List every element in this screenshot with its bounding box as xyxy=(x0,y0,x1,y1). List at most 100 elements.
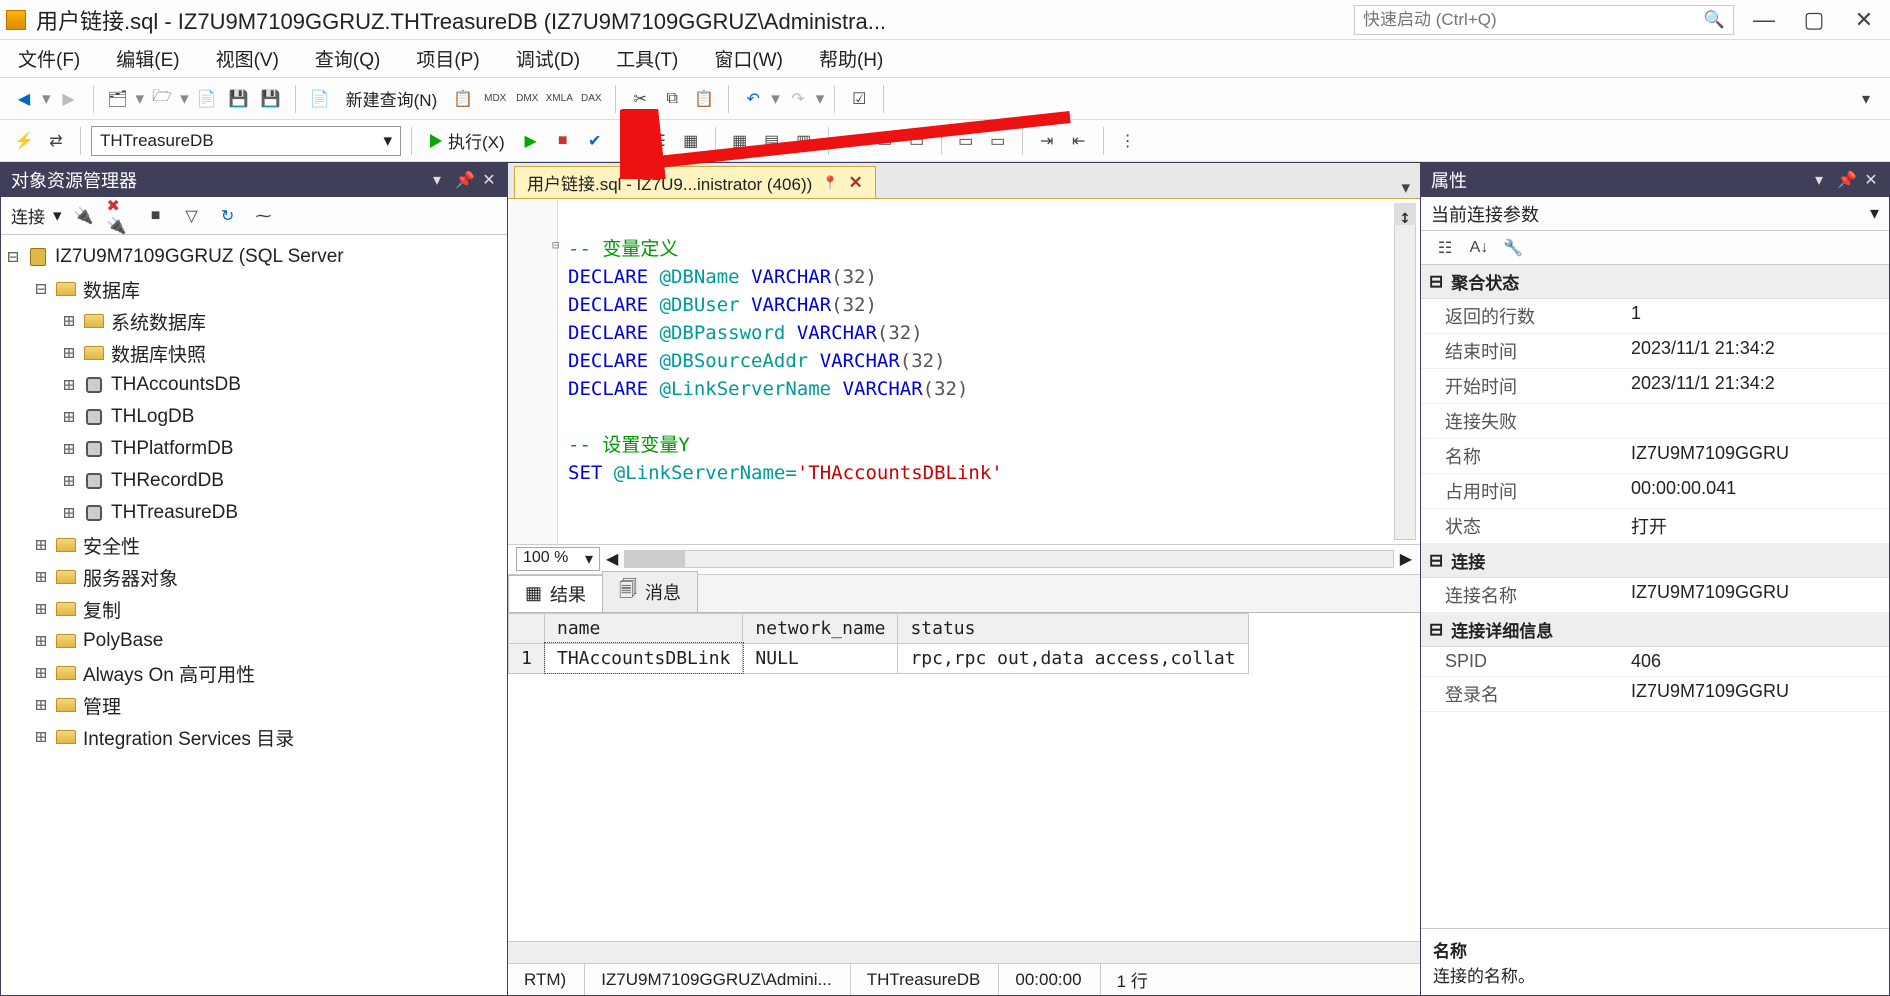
specify-values-button[interactable]: ⋮ xyxy=(1114,127,1142,155)
expand-icon[interactable]: ⊞ xyxy=(61,310,77,332)
tab-overflow-icon[interactable]: ▾ xyxy=(1401,178,1410,198)
copy-button[interactable]: ⧉ xyxy=(658,85,686,113)
panel-dropdown-icon[interactable]: ▾ xyxy=(1811,170,1827,190)
new-query-icon[interactable]: 📄 xyxy=(306,85,334,113)
prop-section-detail[interactable]: 连接详细信息 xyxy=(1451,617,1553,642)
disconnect-icon[interactable]: ✖🔌 xyxy=(106,202,134,230)
tree-server[interactable]: IZ7U9M7109GGRUZ (SQL Server xyxy=(55,246,344,268)
expand-icon[interactable]: ⊞ xyxy=(33,566,49,588)
comment-button[interactable]: ▭ xyxy=(952,127,980,155)
include-plan-button[interactable]: ▭ xyxy=(839,127,867,155)
tree-snapshots[interactable]: 数据库快照 xyxy=(111,340,206,367)
redo-button[interactable]: ↷ xyxy=(784,85,812,113)
connect-icon[interactable]: 🔌 xyxy=(70,202,98,230)
tree-sysdbs[interactable]: 系统数据库 xyxy=(111,308,206,335)
open-button[interactable]: 🗁 xyxy=(148,85,176,113)
debug-button[interactable]: ▶ xyxy=(517,127,545,155)
expand-icon[interactable]: ⊞ xyxy=(33,630,49,652)
panel-close-icon[interactable]: ✕ xyxy=(481,170,497,190)
menu-window[interactable]: 窗口(W) xyxy=(714,45,783,72)
dax-icon[interactable]: DAX xyxy=(577,85,605,113)
plan-button-2[interactable]: ☰ xyxy=(645,127,673,155)
col-status[interactable]: status xyxy=(898,613,1248,643)
col-name[interactable]: name xyxy=(545,613,743,643)
close-icon[interactable]: ✕ xyxy=(848,173,862,193)
filter-icon[interactable]: ▽ xyxy=(178,202,206,230)
activity-icon[interactable]: ⁓ xyxy=(250,202,278,230)
expand-icon[interactable]: ⊞ xyxy=(61,342,77,364)
expand-icon[interactable]: ⊞ xyxy=(33,726,49,748)
close-button[interactable]: ✕ xyxy=(1844,7,1884,33)
results-grid-button[interactable]: ▦ xyxy=(726,127,754,155)
tree-management[interactable]: 管理 xyxy=(83,692,121,719)
results-text-button[interactable]: ▤ xyxy=(758,127,786,155)
collapse-icon[interactable]: ⊟ xyxy=(33,278,49,300)
tree-thtreasure[interactable]: THTreasureDB xyxy=(111,502,238,524)
indent-button[interactable]: ⇥ xyxy=(1033,127,1061,155)
connect-label[interactable]: 连接 xyxy=(11,203,45,228)
new-project-button[interactable]: 🗂 xyxy=(104,85,132,113)
menu-help[interactable]: 帮助(H) xyxy=(819,45,883,72)
live-stats-button[interactable]: ▭ xyxy=(903,127,931,155)
uncomment-button[interactable]: ▭ xyxy=(984,127,1012,155)
chevron-down-icon[interactable]: ▾ xyxy=(1870,203,1879,224)
tree-replication[interactable]: 复制 xyxy=(83,596,121,623)
scroll-right-icon[interactable]: ▶ xyxy=(1400,549,1412,569)
grid-horizontal-scrollbar[interactable] xyxy=(508,941,1420,963)
tree-alwayson[interactable]: Always On 高可用性 xyxy=(83,660,255,687)
expand-icon[interactable]: ⊞ xyxy=(61,502,77,524)
connection-chevron[interactable]: ⇄ xyxy=(42,127,70,155)
col-rownum[interactable] xyxy=(509,613,545,643)
prop-pages-icon[interactable]: 🔧 xyxy=(1499,234,1527,262)
col-network-name[interactable]: network_name xyxy=(743,613,898,643)
menu-query[interactable]: 查询(Q) xyxy=(315,45,380,72)
dmx-icon[interactable]: DMX xyxy=(513,85,541,113)
mdx-icon[interactable]: MDX xyxy=(481,85,509,113)
collapse-icon[interactable]: ⊟ xyxy=(5,246,21,268)
tree-threcord[interactable]: THRecordDB xyxy=(111,470,224,492)
panel-pin-icon[interactable]: 📌 xyxy=(455,170,471,190)
cell-status[interactable]: rpc,rpc out,data access,collat xyxy=(898,643,1248,673)
expand-icon[interactable]: ⊞ xyxy=(61,470,77,492)
results-tab[interactable]: ▦ 结果 xyxy=(508,575,603,612)
prop-section-conn[interactable]: 连接 xyxy=(1451,548,1485,573)
results-grid[interactable]: name network_name status 1 THAccountsDBL… xyxy=(508,613,1420,942)
panel-dropdown-icon[interactable]: ▾ xyxy=(429,170,445,190)
xmla-icon[interactable]: XMLA xyxy=(545,85,573,113)
new-query-button[interactable]: 新建查询(N) xyxy=(338,84,446,114)
toolbar-overflow[interactable]: ▾ xyxy=(1852,85,1880,113)
object-explorer-tree[interactable]: ⊟IZ7U9M7109GGRUZ (SQL Server ⊟数据库 ⊞系统数据库… xyxy=(1,235,507,995)
plan-button-3[interactable]: ▦ xyxy=(677,127,705,155)
expand-icon[interactable]: ⊞ xyxy=(61,438,77,460)
quick-launch-input[interactable] xyxy=(1363,10,1696,30)
panel-pin-icon[interactable]: 📌 xyxy=(1837,170,1853,190)
database-selector[interactable]: THTreasureDB ▾ xyxy=(91,126,401,156)
execute-button[interactable]: 执行(X) xyxy=(422,126,513,156)
scroll-left-icon[interactable]: ◀ xyxy=(606,549,618,569)
pin-icon[interactable]: 📍 xyxy=(822,175,838,191)
parse-button[interactable]: ✔ xyxy=(581,127,609,155)
save-all-button[interactable]: 💾 xyxy=(257,85,285,113)
cell-name[interactable]: THAccountsDBLink xyxy=(545,643,743,673)
menu-project[interactable]: 项目(P) xyxy=(416,45,479,72)
menu-view[interactable]: 视图(V) xyxy=(216,45,279,72)
find-button[interactable]: ☑ xyxy=(845,85,873,113)
document-tab[interactable]: 用户链接.sql - IZ7U9...inistrator (406)) 📍 ✕ xyxy=(514,166,876,198)
horizontal-scrollbar[interactable] xyxy=(624,550,1393,568)
prop-sort-icon[interactable]: A↓ xyxy=(1465,234,1493,262)
messages-tab[interactable]: 🗐 消息 xyxy=(602,571,698,612)
plan-button-1[interactable]: ☳ xyxy=(613,127,641,155)
vertical-scrollbar[interactable] xyxy=(1394,203,1416,540)
sql-editor[interactable]: ⊟ -- 变量定义 DECLARE @DBName VARCHAR(32) DE… xyxy=(508,199,1420,545)
nav-back-button[interactable]: ◀ xyxy=(10,85,38,113)
cell-rownum[interactable]: 1 xyxy=(509,643,545,673)
tree-server-objects[interactable]: 服务器对象 xyxy=(83,564,178,591)
cut-button[interactable]: ✂ xyxy=(626,85,654,113)
paste-button[interactable]: 📋 xyxy=(690,85,718,113)
results-file-button[interactable]: ▥ xyxy=(790,127,818,155)
tree-thaccounts[interactable]: THAccountsDB xyxy=(111,374,241,396)
expand-icon[interactable]: ⊞ xyxy=(33,534,49,556)
menu-file[interactable]: 文件(F) xyxy=(18,45,80,72)
outdent-button[interactable]: ⇤ xyxy=(1065,127,1093,155)
expand-icon[interactable]: ⊞ xyxy=(61,374,77,396)
